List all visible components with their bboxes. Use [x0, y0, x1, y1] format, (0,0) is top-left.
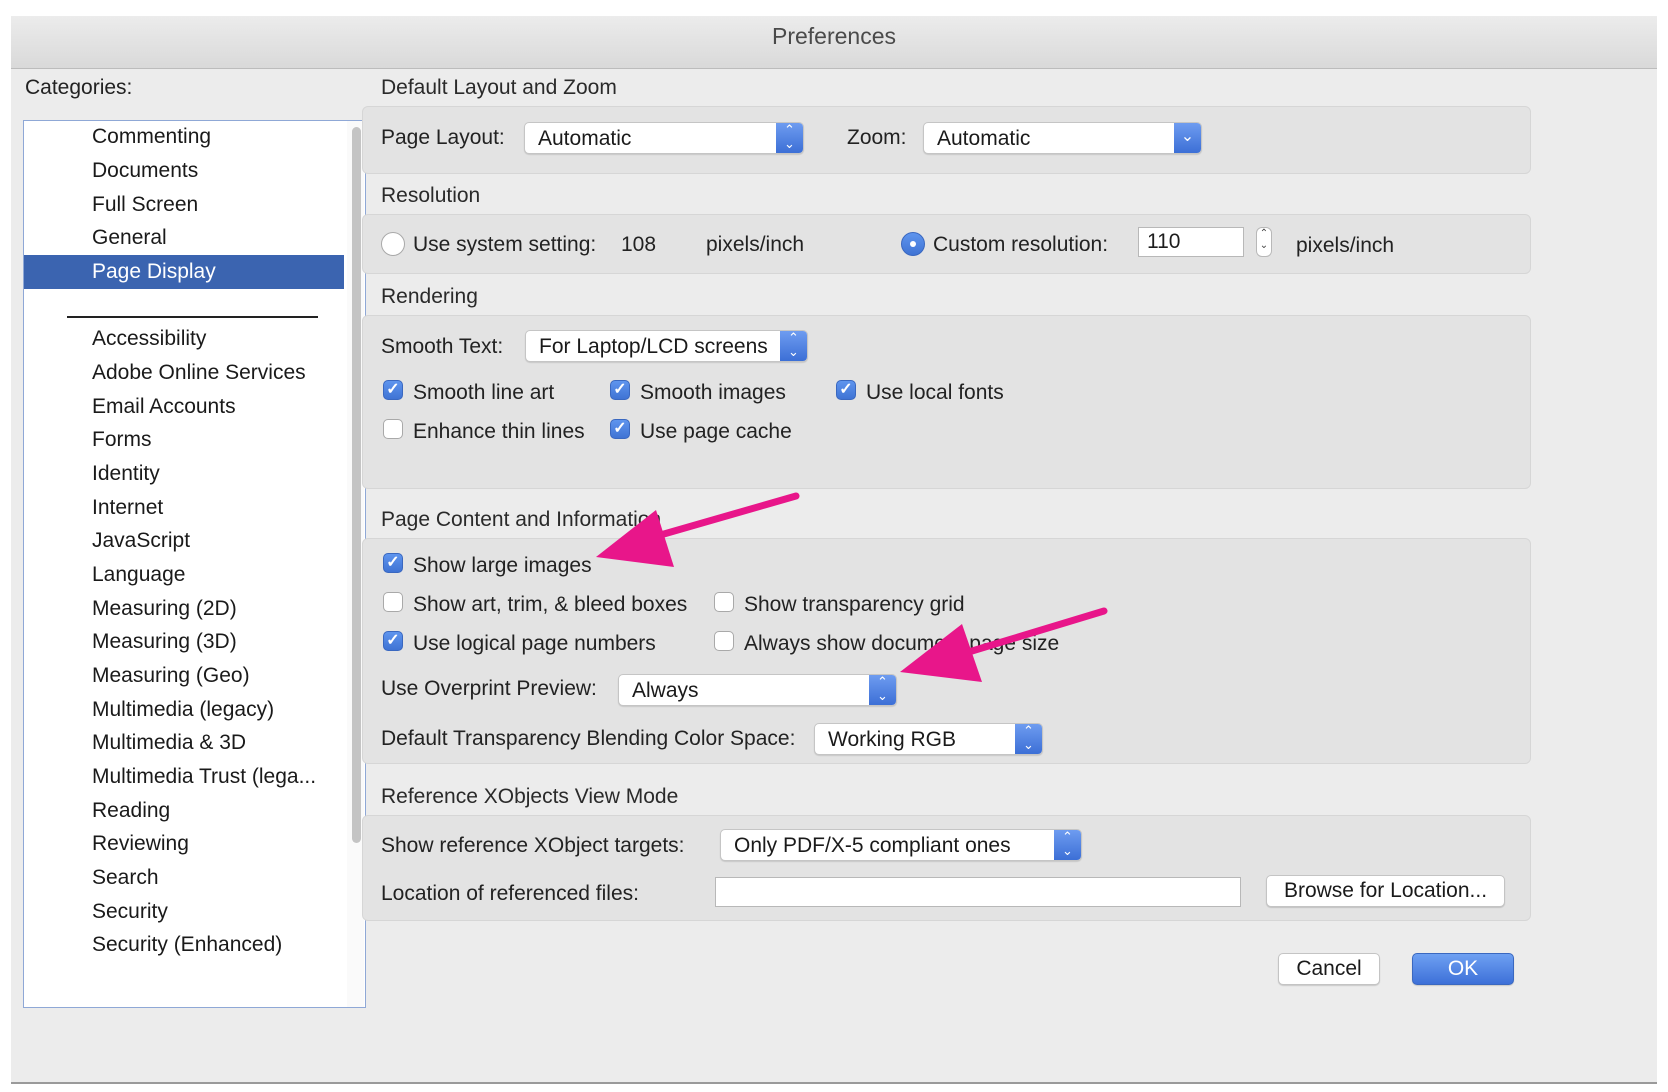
show-art-trim-bleed-label: Show art, trim, & bleed boxes	[413, 593, 688, 616]
categories-label: Categories:	[25, 76, 133, 99]
categories-list[interactable]: Commenting Documents Full Screen General…	[23, 120, 366, 1008]
custom-resolution-label: Custom resolution:	[933, 233, 1109, 256]
overprint-preview-select[interactable]: Always ⌃ ⌄	[618, 674, 897, 706]
use-logical-page-numbers-checkbox[interactable]: ✓	[383, 631, 403, 651]
referenced-files-input[interactable]	[715, 877, 1241, 907]
smooth-images-label: Smooth images	[640, 381, 786, 404]
up-down-arrows-icon: ⌃ ⌄	[869, 675, 896, 705]
page-layout-value: Automatic	[538, 127, 632, 150]
xobject-targets-value: Only PDF/X-5 compliant ones	[734, 834, 1011, 857]
browse-for-location-button[interactable]: Browse for Location...	[1266, 875, 1505, 907]
category-security[interactable]: Security	[24, 895, 344, 929]
layout-zoom-title: Default Layout and Zoom	[381, 76, 617, 99]
zoom-label: Zoom:	[847, 126, 907, 149]
up-down-arrows-icon: ⌃ ⌄	[1054, 830, 1081, 860]
category-reading[interactable]: Reading	[24, 794, 344, 828]
use-page-cache-label: Use page cache	[640, 420, 792, 443]
resolution-stepper[interactable]: ⌃ ⌄	[1256, 227, 1272, 257]
use-local-fonts-label: Use local fonts	[866, 381, 1004, 404]
chevron-down-icon: ⌄	[1174, 123, 1201, 153]
use-page-cache-checkbox[interactable]: ✓	[610, 419, 630, 439]
category-multimedia-trust[interactable]: Multimedia Trust (lega...	[24, 760, 344, 794]
system-setting-radio[interactable]	[381, 232, 405, 256]
category-language[interactable]: Language	[24, 558, 344, 592]
smooth-images-checkbox[interactable]: ✓	[610, 380, 630, 400]
custom-resolution-unit: pixels/inch	[1296, 234, 1395, 257]
category-measuring-3d[interactable]: Measuring (3D)	[24, 625, 344, 659]
show-art-trim-bleed-checkbox[interactable]	[383, 592, 403, 612]
use-logical-page-numbers-label: Use logical page numbers	[413, 632, 656, 655]
category-measuring-geo[interactable]: Measuring (Geo)	[24, 659, 344, 693]
custom-resolution-input[interactable]: 110	[1138, 227, 1244, 257]
enhance-thin-lines-label: Enhance thin lines	[413, 420, 585, 443]
system-resolution-value: 108	[621, 233, 657, 256]
overprint-preview-label: Use Overprint Preview:	[381, 677, 597, 700]
category-forms[interactable]: Forms	[24, 423, 344, 457]
show-transparency-grid-label: Show transparency grid	[744, 593, 965, 616]
ok-button[interactable]: OK	[1412, 953, 1514, 985]
category-general[interactable]: General	[24, 221, 344, 255]
category-multimedia-3d[interactable]: Multimedia & 3D	[24, 726, 344, 760]
window-title: Preferences	[11, 16, 1657, 69]
show-large-images-checkbox[interactable]: ✓	[383, 553, 403, 573]
xobject-targets-select[interactable]: Only PDF/X-5 compliant ones ⌃ ⌄	[720, 829, 1082, 861]
smooth-line-art-checkbox[interactable]: ✓	[383, 380, 403, 400]
enhance-thin-lines-checkbox[interactable]	[383, 419, 403, 439]
category-reviewing[interactable]: Reviewing	[24, 827, 344, 861]
category-javascript[interactable]: JavaScript	[24, 524, 344, 558]
cancel-button[interactable]: Cancel	[1278, 953, 1380, 985]
smooth-text-select[interactable]: For Laptop/LCD screens ⌃ ⌄	[525, 330, 808, 362]
categories-scrollbar[interactable]	[352, 127, 361, 843]
category-identity[interactable]: Identity	[24, 457, 344, 491]
always-show-doc-page-size-label: Always show document page size	[744, 632, 1060, 655]
category-measuring-2d[interactable]: Measuring (2D)	[24, 592, 344, 626]
category-email-accounts[interactable]: Email Accounts	[24, 390, 344, 424]
overprint-preview-value: Always	[632, 679, 699, 702]
category-separator	[67, 316, 318, 318]
zoom-value: Automatic	[937, 127, 1031, 150]
xobject-targets-label: Show reference XObject targets:	[381, 834, 685, 857]
use-local-fonts-checkbox[interactable]: ✓	[836, 380, 856, 400]
show-transparency-grid-checkbox[interactable]	[714, 592, 734, 612]
page-layout-label: Page Layout:	[381, 126, 505, 149]
smooth-line-art-label: Smooth line art	[413, 381, 555, 404]
page-content-title: Page Content and Information	[381, 508, 662, 531]
category-internet[interactable]: Internet	[24, 491, 344, 525]
category-page-display[interactable]: Page Display	[24, 255, 344, 289]
rendering-title: Rendering	[381, 285, 478, 308]
smooth-text-value: For Laptop/LCD screens	[539, 335, 768, 358]
blending-color-space-value: Working RGB	[828, 728, 956, 751]
category-security-enhanced[interactable]: Security (Enhanced)	[24, 928, 344, 962]
page-layout-select[interactable]: Automatic ⌃ ⌄	[524, 122, 804, 154]
category-documents[interactable]: Documents	[24, 154, 344, 188]
blending-color-space-label: Default Transparency Blending Color Spac…	[381, 727, 796, 750]
system-setting-label: Use system setting:	[413, 233, 597, 256]
up-down-arrows-icon: ⌃ ⌄	[776, 123, 803, 153]
system-resolution-unit: pixels/inch	[706, 233, 805, 256]
zoom-select[interactable]: Automatic ⌄	[923, 122, 1202, 154]
up-down-arrows-icon: ⌃ ⌄	[1015, 724, 1042, 754]
custom-resolution-radio[interactable]	[901, 232, 925, 256]
blending-color-space-select[interactable]: Working RGB ⌃ ⌄	[814, 723, 1043, 755]
category-commenting[interactable]: Commenting	[24, 121, 344, 154]
category-full-screen[interactable]: Full Screen	[24, 188, 344, 222]
show-large-images-label: Show large images	[413, 554, 592, 577]
category-search[interactable]: Search	[24, 861, 344, 895]
category-adobe-online-services[interactable]: Adobe Online Services	[24, 356, 344, 390]
referenced-files-label: Location of referenced files:	[381, 882, 639, 905]
xobjects-title: Reference XObjects View Mode	[381, 785, 679, 808]
category-accessibility[interactable]: Accessibility	[24, 322, 344, 356]
always-show-doc-page-size-checkbox[interactable]	[714, 631, 734, 651]
smooth-text-label: Smooth Text:	[381, 335, 504, 358]
up-down-arrows-icon: ⌃ ⌄	[780, 331, 807, 361]
category-multimedia-legacy[interactable]: Multimedia (legacy)	[24, 693, 344, 727]
resolution-title: Resolution	[381, 184, 481, 207]
